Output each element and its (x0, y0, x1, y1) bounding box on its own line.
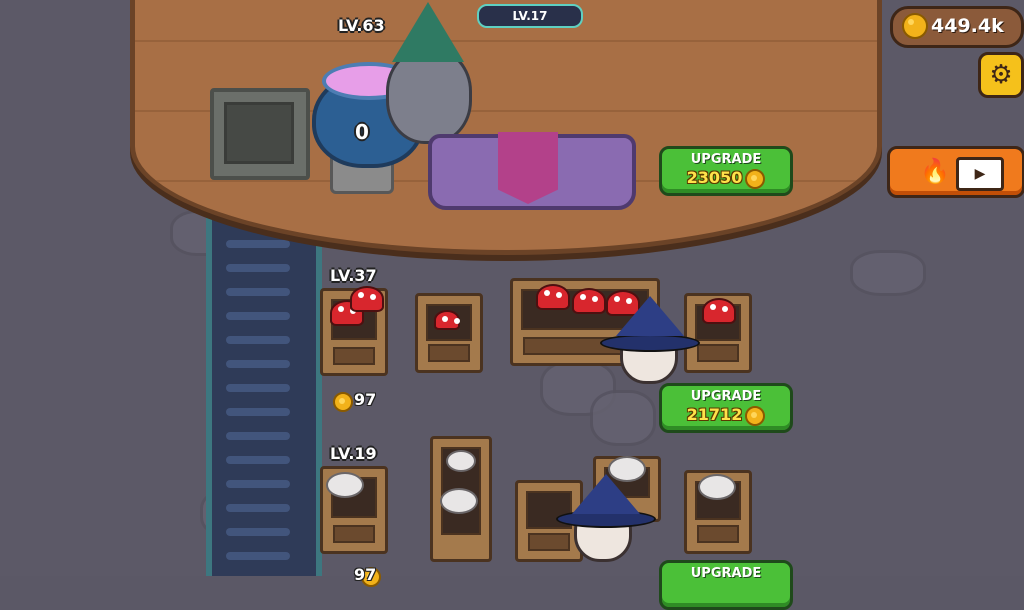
shop-level-pill: LV.17 (477, 4, 583, 28)
coin-icon (902, 13, 928, 39)
witch-hat-icon (572, 474, 640, 514)
cauldron-upgrade-button[interactable]: UPGRADE 23050 (659, 146, 793, 196)
gear-icon: ⚙ (989, 60, 1013, 90)
station-upgrade-button[interactable]: UPGRADE (659, 560, 793, 610)
station-level: LV.19 (330, 444, 377, 463)
station-upgrade-button[interactable]: UPGRADE 21712 (659, 383, 793, 433)
conveyor-belt (206, 200, 322, 576)
coin-balance: 449.4k (890, 6, 1024, 48)
floor-hatch (210, 88, 310, 180)
wizard-cat-character (386, 48, 472, 144)
red-mushroom-icon (350, 286, 384, 312)
red-mushroom-icon (434, 310, 460, 330)
coin-icon (333, 391, 353, 412)
mushroom-crate[interactable] (415, 293, 483, 373)
coin-balance-value: 449.4k (931, 15, 1004, 37)
white-mushroom-icon (446, 450, 476, 472)
upgrade-label: UPGRADE (690, 152, 762, 167)
station-level: LV.37 (330, 266, 377, 285)
coin-icon (745, 168, 766, 189)
station-income: 97 (354, 565, 377, 584)
settings-button[interactable]: ⚙ (978, 52, 1024, 98)
station-income: 97 (354, 390, 377, 409)
red-mushroom-icon (702, 298, 736, 324)
wizard-hat-icon (392, 2, 464, 62)
red-mushroom-icon (572, 288, 606, 314)
white-mushroom-icon (698, 474, 736, 500)
boost-video-button[interactable]: 🔥 ▶ (887, 146, 1024, 198)
upgrade-cost: 21712 (686, 405, 743, 424)
white-mushroom-icon (440, 488, 478, 514)
cauldron-value: 0 (355, 120, 369, 144)
video-icon: ▶ (956, 157, 1004, 191)
upgrade-label: UPGRADE (690, 389, 762, 404)
red-mushroom-icon (536, 284, 570, 310)
white-mushroom-icon (326, 472, 364, 498)
coin-icon (745, 405, 766, 426)
cauldron-level: LV.63 (338, 16, 385, 35)
upgrade-label: UPGRADE (690, 566, 762, 581)
witch-hat-brim (600, 334, 700, 352)
fire-icon: 🔥 (920, 157, 950, 185)
upgrade-cost: 23050 (686, 168, 743, 187)
witch-hat-icon (616, 296, 684, 336)
counter-banner (498, 132, 558, 204)
